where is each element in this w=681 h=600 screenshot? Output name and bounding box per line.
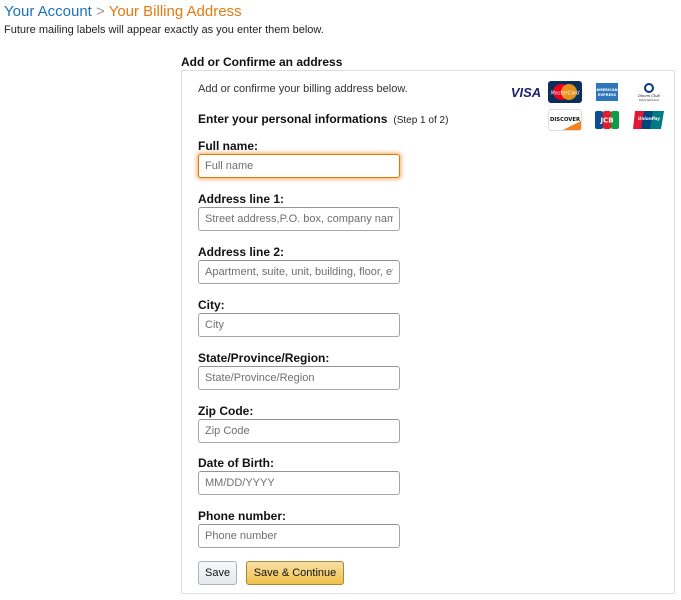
form-intro: Add or confirme your billing address bel… [198, 83, 408, 95]
address-form-panel: Add or confirme your billing address bel… [181, 70, 675, 594]
discover-logo: DISCOVER [548, 109, 582, 131]
state-input[interactable] [198, 366, 400, 390]
city-label: City: [198, 298, 225, 312]
address-line-2-input[interactable] [198, 260, 400, 284]
address-line-1-input[interactable] [198, 207, 400, 231]
step-indicator: (Step 1 of 2) [393, 115, 449, 126]
svg-text:AMERICAN: AMERICAN [596, 88, 617, 92]
zip-code-label: Zip Code: [198, 404, 254, 418]
step-title: Enter your personal informations [198, 112, 388, 126]
svg-text:MasterCard: MasterCard [551, 91, 581, 97]
step-heading: Enter your personal informations (Step 1 … [198, 112, 448, 126]
unionpay-logo: UnionPay [632, 109, 666, 131]
svg-text:UnionPay: UnionPay [638, 116, 660, 121]
full-name-input[interactable] [198, 154, 400, 178]
date-of-birth-label: Date of Birth: [198, 456, 274, 470]
svg-text:International: International [638, 98, 659, 102]
save-button[interactable]: Save [198, 561, 237, 585]
address-line-1-label: Address line 1: [198, 192, 285, 206]
svg-text:EXPRESS: EXPRESS [598, 93, 617, 97]
svg-text:DISCOVER: DISCOVER [550, 117, 580, 123]
amex-logo: AMERICAN EXPRESS [590, 81, 624, 103]
date-of-birth-input[interactable] [198, 471, 400, 495]
state-label: State/Province/Region: [198, 351, 330, 365]
save-and-continue-button[interactable]: Save & Continue [246, 561, 344, 585]
mastercard-logo: MasterCard [548, 81, 582, 103]
diners-club-logo: Diners Club International [632, 81, 666, 103]
page-title: Your Billing Address [108, 3, 242, 20]
zip-code-input[interactable] [198, 419, 400, 443]
address-line-2-label: Address line 2: [198, 245, 285, 259]
page-subtitle: Future mailing labels will appear exactl… [4, 24, 324, 36]
svg-text:JCB: JCB [599, 117, 613, 125]
breadcrumb: Your Account > Your Billing Address [4, 3, 242, 21]
phone-number-label: Phone number: [198, 509, 287, 523]
jcb-logo: JCB [590, 109, 624, 131]
section-title: Add or Confirme an address [181, 55, 343, 69]
breadcrumb-your-account-link[interactable]: Your Account [4, 3, 92, 20]
visa-logo: VISA [508, 81, 544, 103]
full-name-label: Full name: [198, 139, 259, 153]
city-input[interactable] [198, 313, 400, 337]
breadcrumb-separator: > [96, 3, 105, 20]
phone-number-input[interactable] [198, 524, 400, 548]
